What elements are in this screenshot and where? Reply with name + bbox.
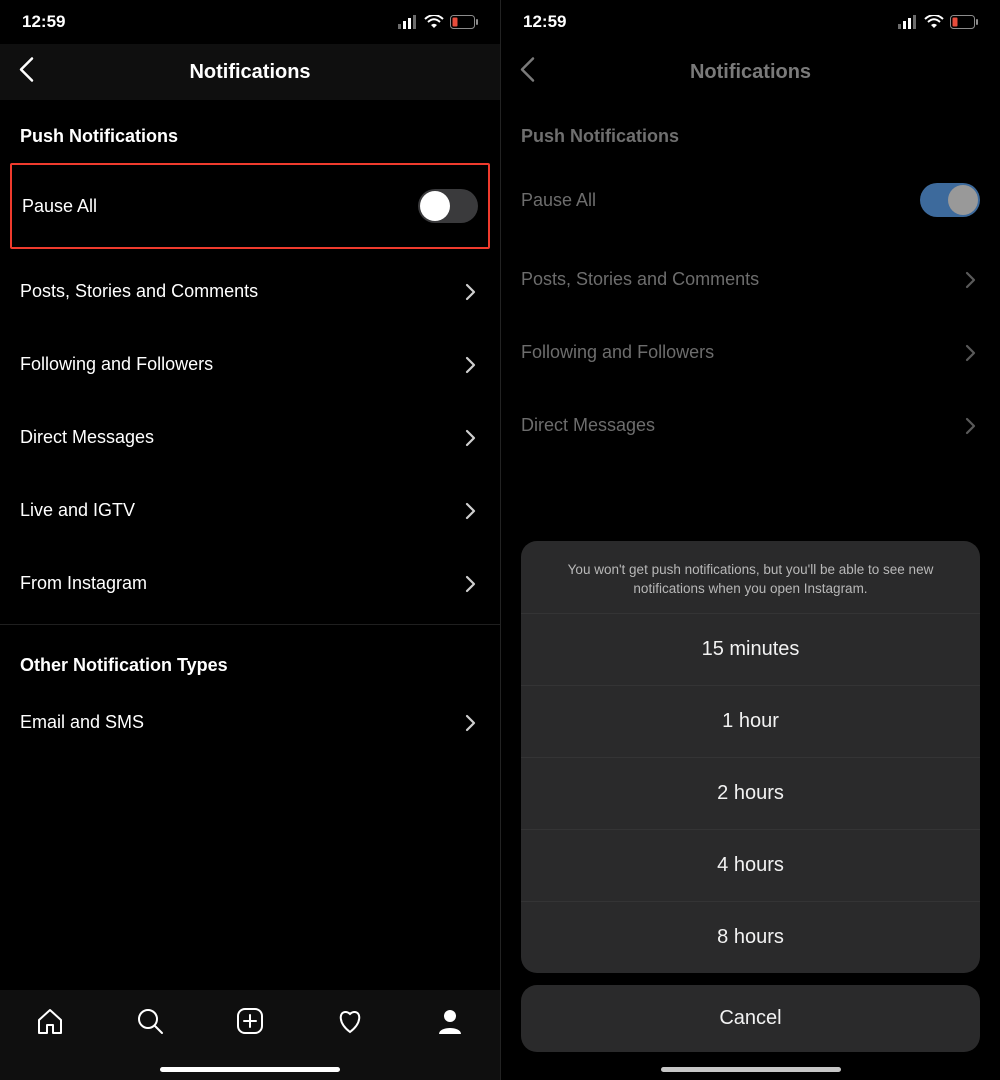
section-header-other: Other Notification Types: [0, 629, 500, 686]
home-indicator: [160, 1067, 340, 1072]
row-label: Posts, Stories and Comments: [20, 281, 258, 302]
action-sheet-option-4hr[interactable]: 4 hours: [521, 829, 980, 901]
home-indicator: [661, 1067, 841, 1072]
status-bar: 12:59: [0, 0, 500, 44]
row-label: From Instagram: [20, 573, 147, 594]
row-label: Direct Messages: [20, 427, 154, 448]
row-label: Following and Followers: [20, 354, 213, 375]
row-following-followers[interactable]: Following and Followers: [0, 328, 500, 401]
status-right: [398, 15, 478, 29]
tab-create[interactable]: [235, 1006, 265, 1041]
row-label: Live and IGTV: [20, 500, 135, 521]
tab-home[interactable]: [35, 1006, 65, 1041]
plus-square-icon: [235, 1006, 265, 1036]
chevron-right-icon: [462, 429, 480, 447]
row-from-instagram[interactable]: From Instagram: [0, 547, 500, 620]
action-sheet-cancel[interactable]: Cancel: [521, 985, 980, 1052]
action-sheet-option-15min[interactable]: 15 minutes: [521, 613, 980, 685]
tab-activity[interactable]: [335, 1006, 365, 1041]
action-sheet-panel: You won't get push notifications, but yo…: [521, 541, 980, 973]
action-sheet-option-1hr[interactable]: 1 hour: [521, 685, 980, 757]
action-sheet-option-2hr[interactable]: 2 hours: [521, 757, 980, 829]
action-sheet-option-8hr[interactable]: 8 hours: [521, 901, 980, 973]
pause-all-toggle[interactable]: [418, 189, 478, 223]
search-icon: [135, 1006, 165, 1036]
action-sheet: You won't get push notifications, but yo…: [521, 541, 980, 1052]
row-posts-stories-comments[interactable]: Posts, Stories and Comments: [0, 255, 500, 328]
chevron-right-icon: [462, 575, 480, 593]
section-header-push: Push Notifications: [0, 100, 500, 157]
status-time: 12:59: [22, 12, 65, 32]
row-direct-messages[interactable]: Direct Messages: [0, 401, 500, 474]
cell-signal-icon: [398, 15, 418, 29]
chevron-right-icon: [462, 356, 480, 374]
chevron-right-icon: [462, 502, 480, 520]
page-title: Notifications: [189, 61, 310, 84]
screen-left: 12:59 Notifications Push Notifications P…: [0, 0, 500, 1080]
profile-icon: [435, 1006, 465, 1036]
chevron-right-icon: [462, 714, 480, 732]
tab-search[interactable]: [135, 1006, 165, 1041]
nav-bar: Notifications: [0, 44, 500, 100]
wifi-icon: [424, 15, 444, 29]
chevron-left-icon: [18, 57, 36, 83]
back-button[interactable]: [18, 57, 36, 88]
action-sheet-message: You won't get push notifications, but yo…: [521, 541, 980, 613]
chevron-right-icon: [462, 283, 480, 301]
row-label: Email and SMS: [20, 712, 144, 733]
row-pause-all[interactable]: Pause All: [10, 163, 490, 249]
tab-profile[interactable]: [435, 1006, 465, 1041]
heart-icon: [335, 1006, 365, 1036]
screen-right: 12:59 Notifications Push Notifications P…: [500, 0, 1000, 1080]
divider: [0, 624, 500, 625]
row-live-igtv[interactable]: Live and IGTV: [0, 474, 500, 547]
home-icon: [35, 1006, 65, 1036]
row-label: Pause All: [22, 196, 97, 217]
battery-icon: [450, 15, 478, 29]
row-email-sms[interactable]: Email and SMS: [0, 686, 500, 759]
